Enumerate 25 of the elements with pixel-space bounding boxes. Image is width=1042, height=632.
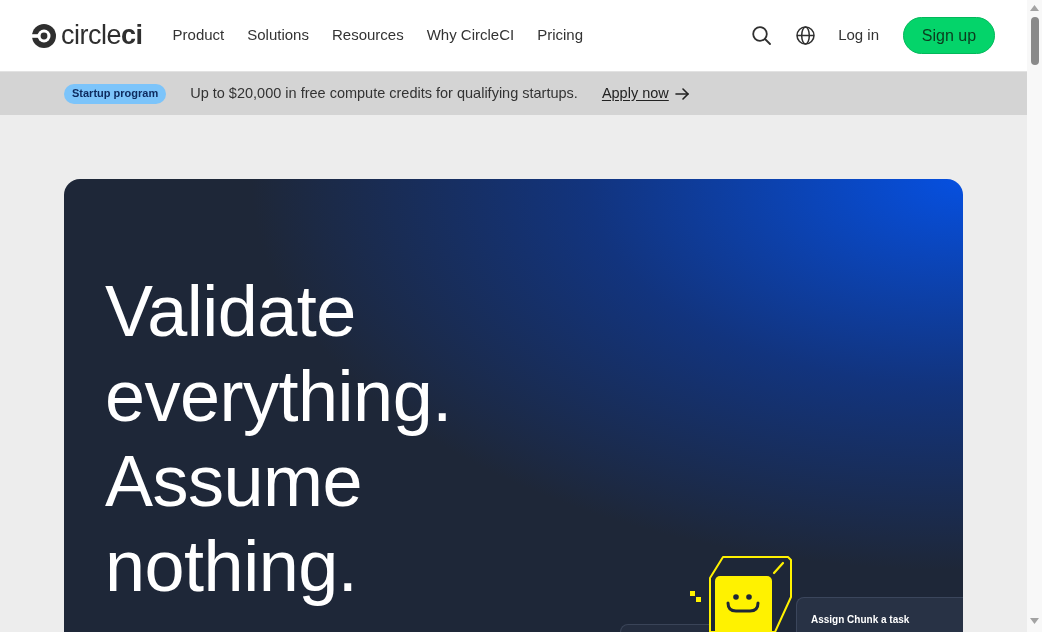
globe-icon — [795, 26, 815, 45]
nav-link[interactable]: Why CircleCI — [426, 24, 515, 47]
scrollbar-track[interactable] — [1027, 0, 1042, 632]
log-in-link[interactable]: Log in — [838, 24, 879, 47]
search-button[interactable] — [751, 25, 772, 46]
circleci-logo[interactable]: circleci — [32, 22, 143, 49]
nav-link[interactable]: Pricing — [537, 24, 584, 47]
right-arrow-icon — [674, 87, 689, 100]
promo-text: Up to $20,000 in free compute credits for qualifying startups. — [190, 83, 578, 103]
search-icon — [751, 26, 771, 45]
nav-link[interactable]: Resources — [331, 24, 404, 47]
apply-now-label: Apply now — [601, 83, 669, 103]
nav-link[interactable]: Product — [172, 24, 225, 47]
language-button[interactable] — [795, 25, 816, 46]
hero-headline: Validate everything. Assume nothing. — [105, 270, 453, 608]
nav-link[interactable]: Solutions — [247, 24, 309, 47]
startup-program-badge: Startup program — [64, 83, 167, 104]
scrollbar-thumb[interactable] — [1030, 17, 1039, 65]
apply-now-link[interactable]: Apply now — [601, 82, 689, 105]
sign-up-button[interactable]: Sign up — [903, 17, 995, 54]
scroll-up-arrow-icon[interactable] — [1030, 5, 1039, 11]
logo-wordmark: circleci — [61, 22, 143, 49]
logo-mark-icon — [32, 23, 56, 48]
task-card-title: Assign Chunk a task — [811, 614, 911, 626]
scroll-down-arrow-icon[interactable] — [1030, 618, 1039, 624]
